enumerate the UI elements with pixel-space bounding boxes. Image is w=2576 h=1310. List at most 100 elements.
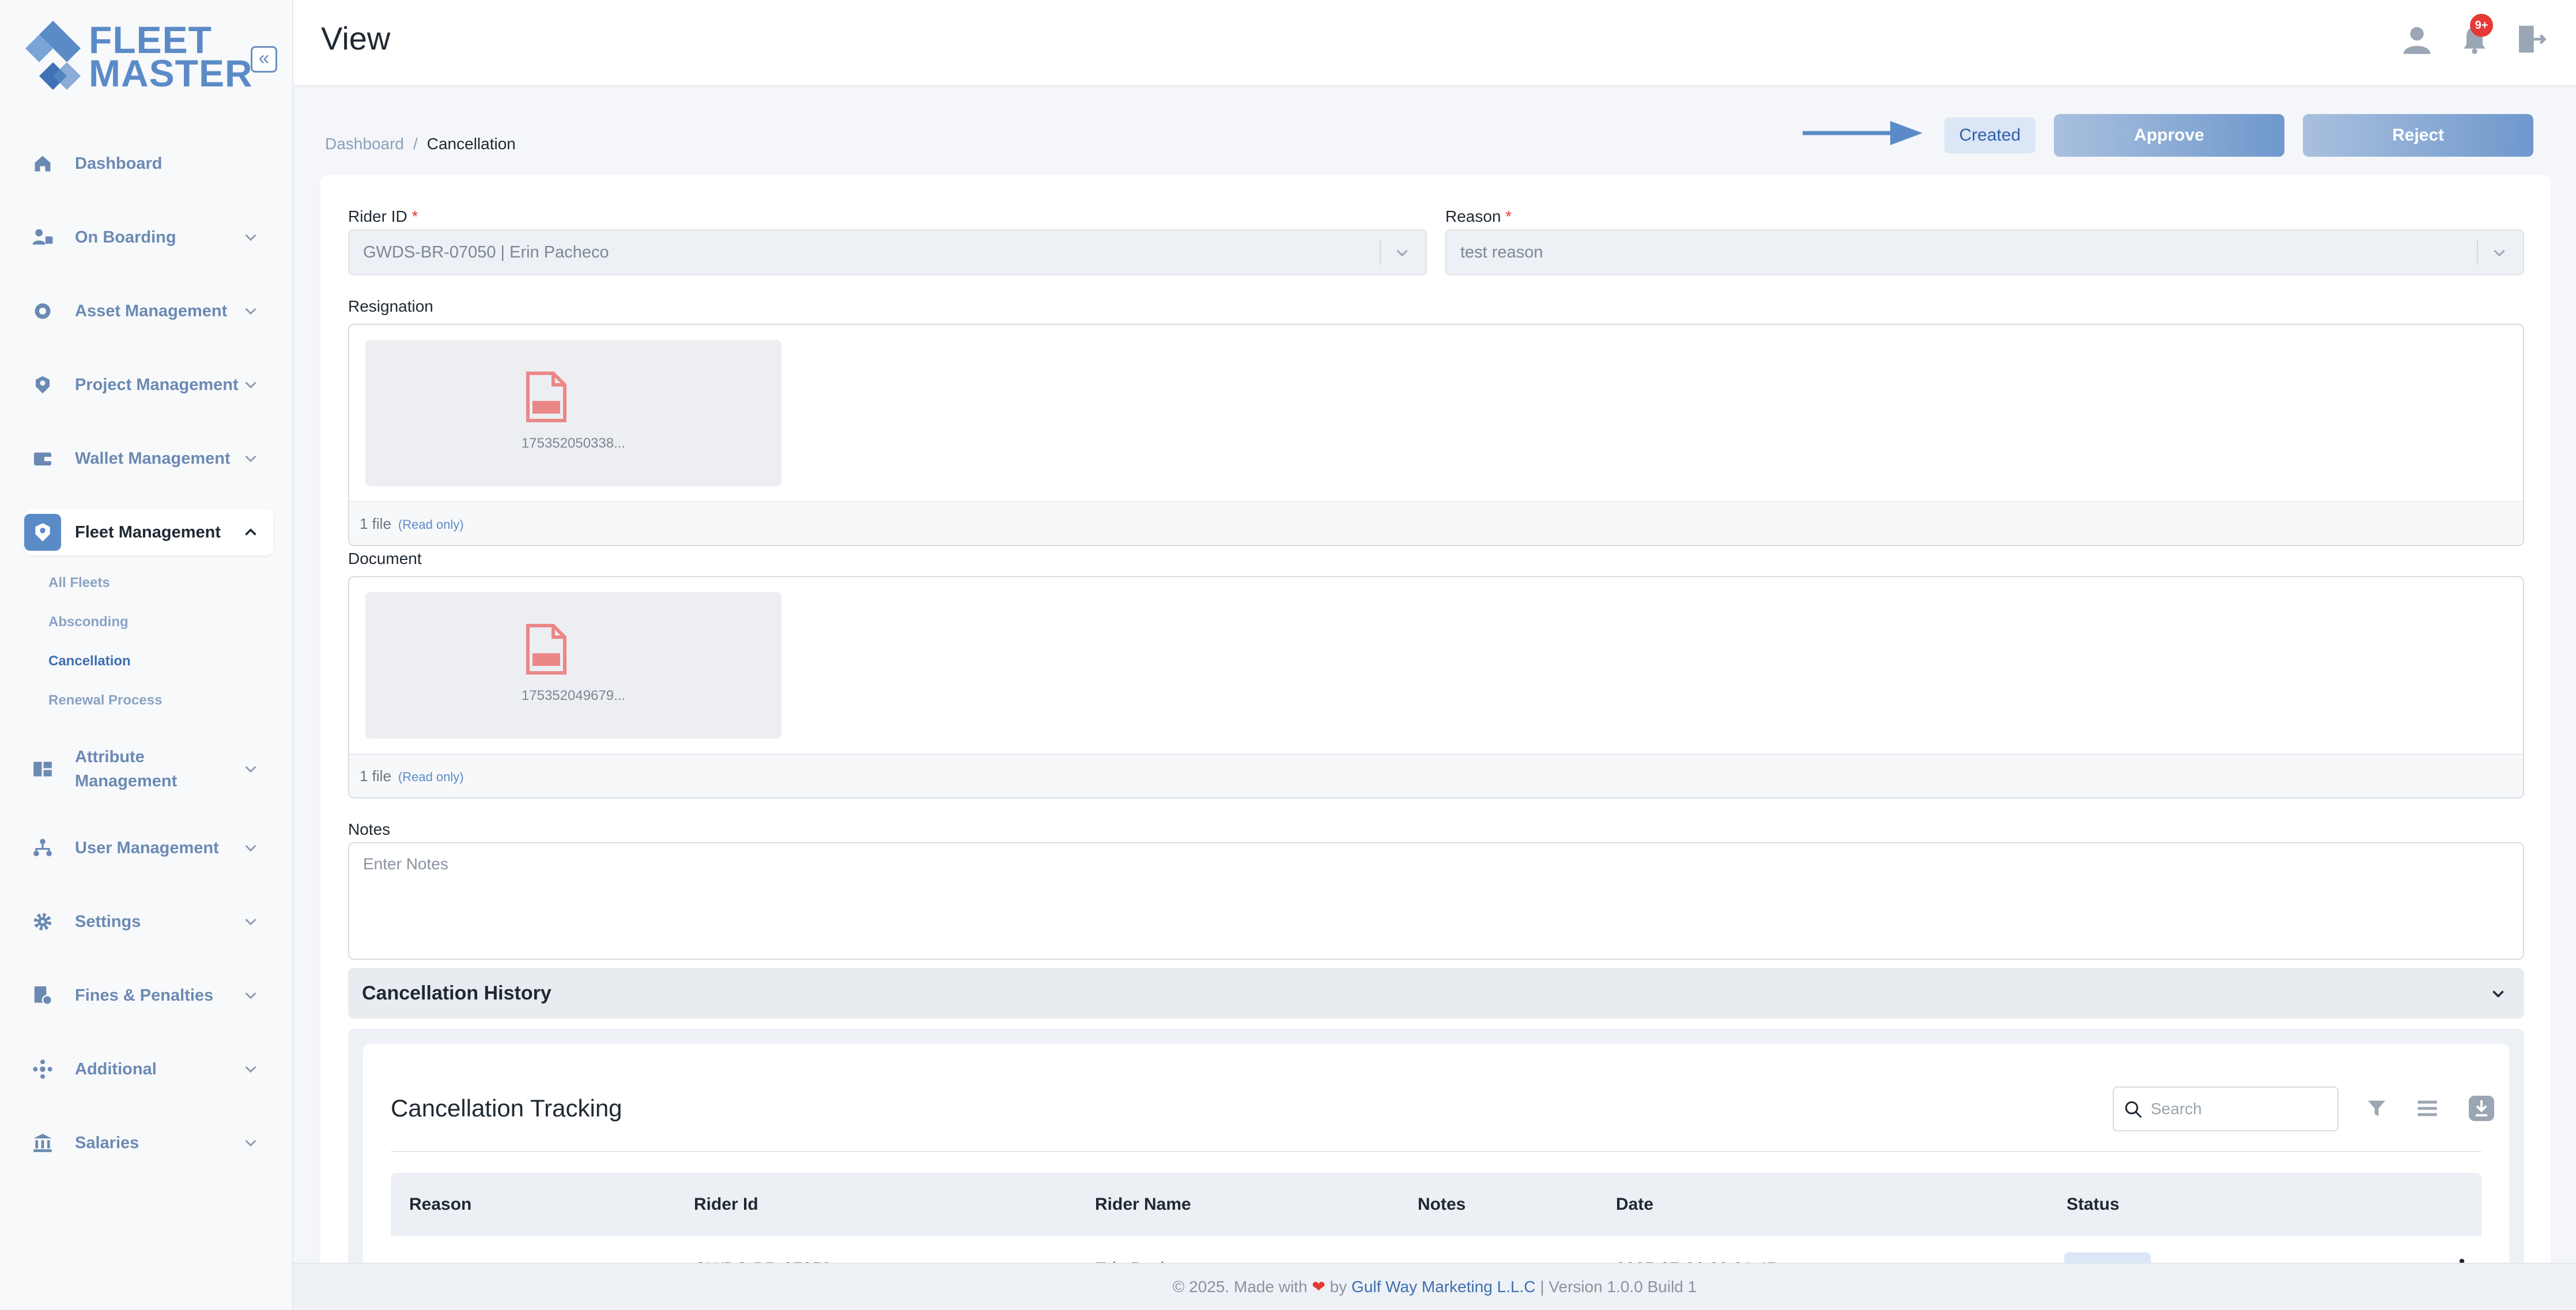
resignation-file-area: 175352050338... 1 file (Read only) bbox=[348, 324, 2524, 546]
search-placeholder: Search bbox=[2151, 1100, 2202, 1118]
cancellation-history-accordion[interactable]: Cancellation History bbox=[348, 968, 2524, 1019]
sidebar-item-project-management[interactable]: Project Management bbox=[24, 362, 273, 408]
reason-label: Reason * bbox=[1445, 207, 1512, 226]
footer-version: | Version 1.0.0 Build 1 bbox=[1540, 1278, 1697, 1296]
additional-icon bbox=[30, 1057, 55, 1082]
search-input[interactable]: Search bbox=[2113, 1086, 2339, 1131]
sidebar-item-label: Project Management bbox=[75, 376, 239, 394]
required-mark: * bbox=[1505, 207, 1512, 225]
heart-icon: ❤ bbox=[1312, 1278, 1325, 1296]
page-footer: © 2025. Made with ❤ by Gulf Way Marketin… bbox=[293, 1263, 2576, 1310]
sidebar-item-dashboard[interactable]: Dashboard bbox=[24, 141, 273, 187]
sidebar-item-on-boarding[interactable]: On Boarding bbox=[24, 214, 273, 260]
sidebar-item-label: On Boarding bbox=[75, 228, 176, 247]
chevron-down-icon bbox=[245, 1066, 256, 1073]
company-link[interactable]: Gulf Way Marketing L.L.C bbox=[1351, 1278, 1536, 1296]
column-header-notes[interactable]: Notes bbox=[1418, 1173, 1465, 1236]
sidebar-subitem-cancellation[interactable]: Cancellation bbox=[48, 653, 131, 669]
notes-textarea[interactable]: Enter Notes bbox=[348, 842, 2524, 960]
select-separator bbox=[1380, 240, 1381, 265]
document-file-name: 175352049679... bbox=[521, 688, 626, 703]
accordion-title: Cancellation History bbox=[362, 982, 552, 1004]
column-header-status[interactable]: Status bbox=[2067, 1173, 2120, 1236]
column-header-rider-name[interactable]: Rider Name bbox=[1095, 1173, 1191, 1236]
logo-line-2: MASTER bbox=[89, 52, 253, 94]
approve-button[interactable]: Approve bbox=[2054, 114, 2284, 157]
download-icon[interactable] bbox=[2468, 1095, 2495, 1122]
resignation-file-name: 175352050338... bbox=[521, 436, 626, 451]
footer-prefix: © 2025. Made with bbox=[1172, 1278, 1308, 1296]
sidebar-item-label: Wallet Management bbox=[75, 449, 231, 468]
breadcrumb-dashboard-link[interactable]: Dashboard bbox=[325, 135, 404, 153]
column-header-date[interactable]: Date bbox=[1616, 1173, 1653, 1236]
logo-mark-icon bbox=[25, 21, 81, 90]
sidebar-item-label: Attribute Management bbox=[75, 748, 177, 790]
chevron-up-icon bbox=[245, 528, 256, 536]
sidebar-item-label: Additional bbox=[75, 1060, 157, 1078]
rider-id-select[interactable]: GWDS-BR-07050 | Erin Pacheco bbox=[348, 229, 1427, 275]
logo-text: FLEET MASTER bbox=[89, 21, 253, 94]
rider-id-value: GWDS-BR-07050 | Erin Pacheco bbox=[363, 243, 609, 262]
chevron-down-icon bbox=[245, 308, 256, 315]
sidebar: FLEET MASTER « Dashboard On Boarding Ass… bbox=[0, 0, 293, 1309]
chevron-down-icon bbox=[245, 918, 256, 926]
sidebar-item-fleet-management[interactable]: Fleet Management bbox=[24, 509, 273, 555]
chevron-down-icon bbox=[245, 845, 256, 852]
required-mark: * bbox=[411, 207, 418, 225]
chevron-down-icon bbox=[1396, 249, 1408, 257]
user-profile-icon[interactable] bbox=[2401, 23, 2433, 55]
chevron-down-icon bbox=[245, 1139, 256, 1147]
sidebar-item-label: User Management bbox=[75, 839, 219, 857]
chevron-down-icon bbox=[245, 455, 256, 463]
sidebar-item-additional[interactable]: Additional bbox=[24, 1046, 273, 1092]
breadcrumb-separator: / bbox=[413, 135, 418, 153]
project-icon bbox=[30, 372, 55, 397]
divider bbox=[391, 1151, 2481, 1152]
sidebar-subitem-renewal-process[interactable]: Renewal Process bbox=[48, 692, 162, 709]
top-header: View bbox=[293, 0, 2576, 86]
sidebar-item-label: Asset Management bbox=[75, 302, 228, 320]
chevron-down-icon bbox=[2494, 249, 2505, 257]
file-count: 1 file bbox=[360, 515, 391, 532]
column-header-reason[interactable]: Reason bbox=[409, 1173, 471, 1236]
reject-button[interactable]: Reject bbox=[2303, 114, 2533, 157]
resignation-file-preview[interactable]: 175352050338... bbox=[365, 340, 781, 486]
wallet-icon bbox=[30, 446, 55, 471]
sidebar-subitem-absconding[interactable]: Absconding bbox=[48, 614, 129, 630]
history-panel: Cancellation Tracking Search Reason Ride… bbox=[348, 1029, 2524, 1286]
reason-label-text: Reason bbox=[1445, 207, 1501, 225]
chevron-down-icon bbox=[245, 992, 256, 999]
reason-select[interactable]: test reason bbox=[1445, 229, 2524, 275]
collapse-sidebar-button[interactable]: « bbox=[251, 46, 277, 73]
rider-id-label-text: Rider ID bbox=[348, 207, 407, 225]
resignation-label: Resignation bbox=[348, 297, 433, 315]
document-file-area: 175352049679... 1 file (Read only) bbox=[348, 576, 2524, 798]
sidebar-item-attribute-management[interactable]: Attribute Management bbox=[24, 743, 273, 795]
logout-icon[interactable] bbox=[2515, 23, 2547, 55]
sidebar-item-settings[interactable]: Settings bbox=[24, 899, 273, 945]
table-header: Reason Rider Id Rider Name Notes Date St… bbox=[391, 1173, 2481, 1236]
sidebar-item-asset-management[interactable]: Asset Management bbox=[24, 288, 273, 334]
filter-icon[interactable] bbox=[2365, 1097, 2388, 1120]
sidebar-item-fines-penalties[interactable]: Fines & Penalties bbox=[24, 972, 273, 1019]
fleet-icon bbox=[24, 514, 61, 551]
resignation-file-footer: 1 file (Read only) bbox=[349, 501, 2523, 545]
read-only-label: (Read only) bbox=[398, 517, 464, 532]
chevron-down-icon bbox=[245, 766, 256, 773]
file-count: 1 file bbox=[360, 767, 391, 785]
sidebar-item-user-management[interactable]: User Management bbox=[24, 825, 273, 871]
fleet-master-logo[interactable]: FLEET MASTER bbox=[24, 20, 252, 100]
asset-icon bbox=[30, 298, 55, 324]
sidebar-item-salaries[interactable]: Salaries bbox=[24, 1120, 273, 1166]
home-icon bbox=[30, 151, 55, 176]
column-header-rider-id[interactable]: Rider Id bbox=[694, 1173, 758, 1236]
gear-icon bbox=[30, 909, 55, 934]
sidebar-item-wallet-management[interactable]: Wallet Management bbox=[24, 436, 273, 482]
user-management-icon bbox=[30, 835, 55, 861]
columns-icon[interactable] bbox=[2415, 1097, 2440, 1120]
sidebar-subitem-all-fleets[interactable]: All Fleets bbox=[48, 575, 110, 591]
document-file-preview[interactable]: 175352049679... bbox=[365, 592, 781, 739]
chevron-down-icon bbox=[2492, 990, 2504, 998]
document-label: Document bbox=[348, 550, 422, 567]
pdf-file-icon bbox=[526, 624, 566, 675]
